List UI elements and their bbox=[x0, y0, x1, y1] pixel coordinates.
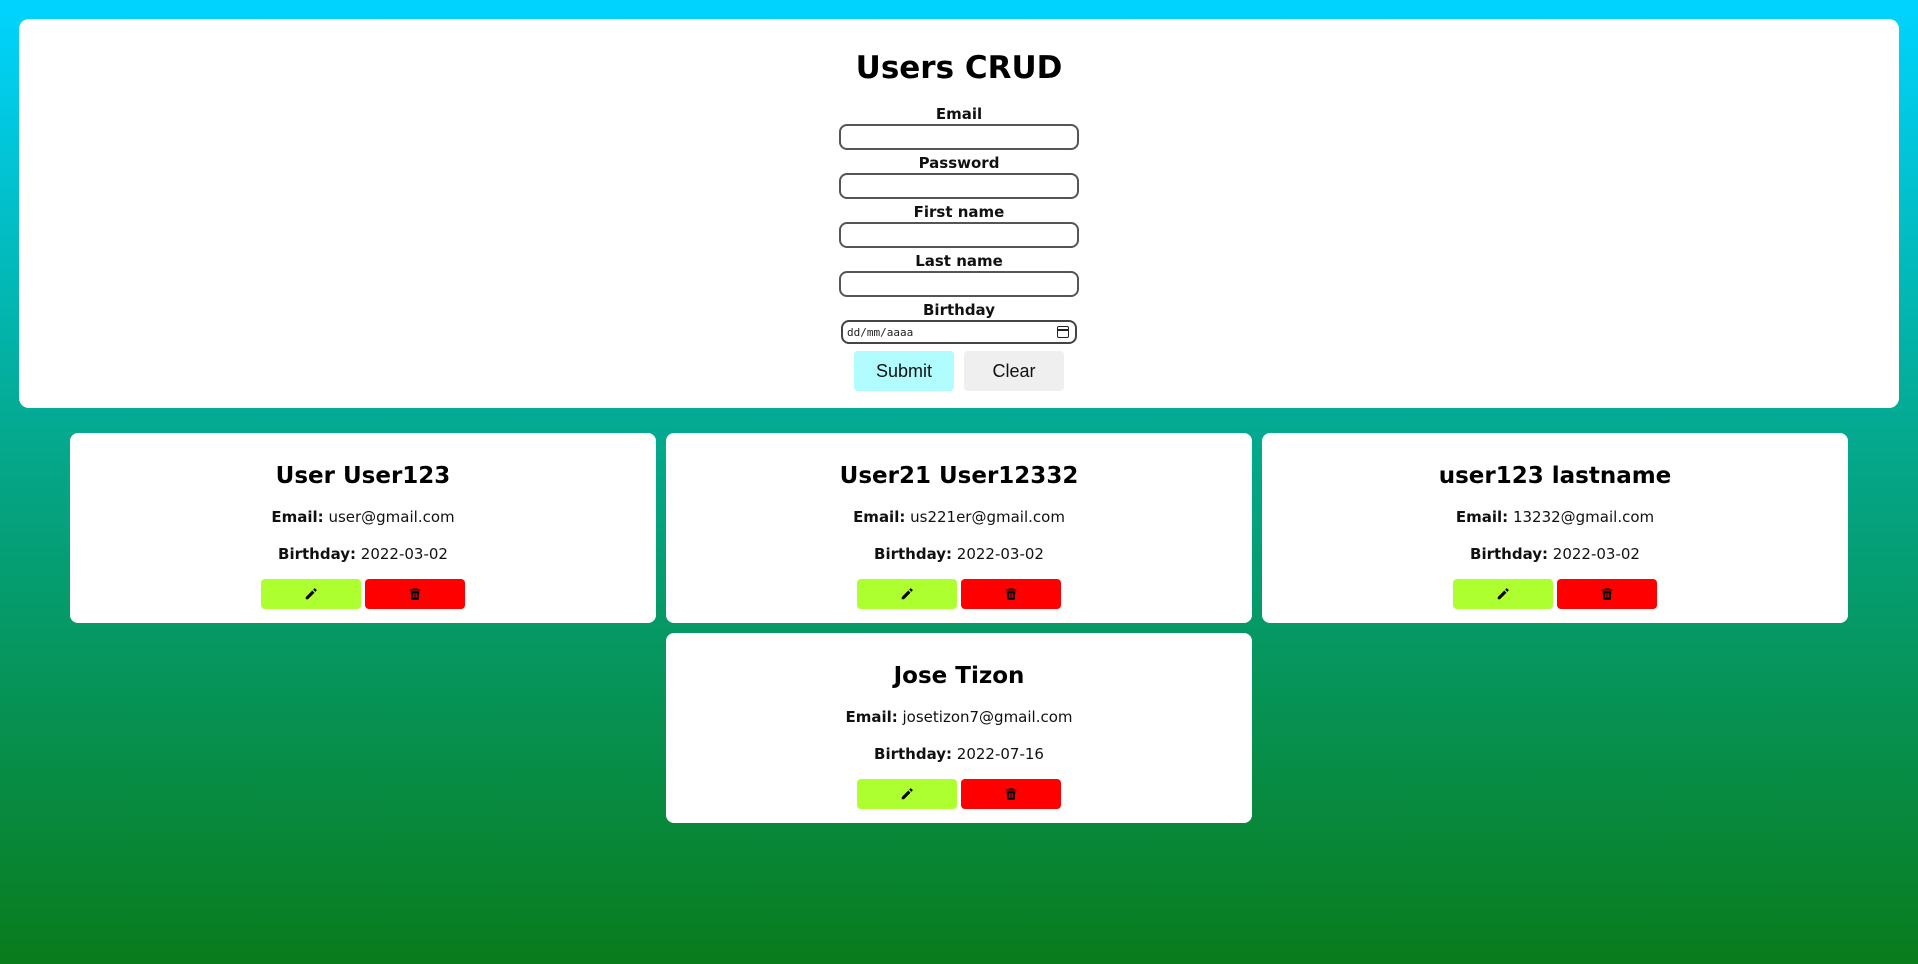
pencil-icon bbox=[305, 588, 317, 600]
user-email: Email: 13232@gmail.com bbox=[1456, 507, 1654, 527]
trash-icon bbox=[1005, 588, 1017, 600]
birthday-value: 2022-07-16 bbox=[956, 745, 1044, 763]
pencil-icon bbox=[901, 588, 913, 600]
delete-button[interactable] bbox=[365, 579, 465, 609]
trash-icon bbox=[1005, 788, 1017, 800]
delete-button[interactable] bbox=[961, 579, 1061, 609]
delete-button[interactable] bbox=[961, 779, 1061, 809]
trash-icon bbox=[1601, 588, 1613, 600]
birthday-value: 2022-03-02 bbox=[360, 545, 448, 563]
email-key: Email: bbox=[271, 508, 324, 526]
user-form-panel: Users CRUD Email Password First name Las… bbox=[19, 19, 1899, 408]
user-email: Email: josetizon7@gmail.com bbox=[845, 707, 1072, 727]
card-actions bbox=[1453, 579, 1657, 609]
email-value: 13232@gmail.com bbox=[1512, 508, 1655, 526]
user-email: Email: user@gmail.com bbox=[271, 507, 454, 527]
birthday-key: Birthday: bbox=[1470, 545, 1549, 563]
user-card: user123 lastname Email: 13232@gmail.com … bbox=[1262, 433, 1848, 623]
birthday-value: 2022-03-02 bbox=[1552, 545, 1640, 563]
edit-button[interactable] bbox=[261, 579, 361, 609]
edit-button[interactable] bbox=[857, 779, 957, 809]
email-value: user@gmail.com bbox=[328, 508, 455, 526]
user-name: User21 User12332 bbox=[839, 463, 1079, 489]
pencil-icon bbox=[901, 788, 913, 800]
user-birthday: Birthday: 2022-03-02 bbox=[874, 544, 1044, 564]
email-value: josetizon7@gmail.com bbox=[902, 708, 1073, 726]
form-actions: Submit Clear bbox=[854, 351, 1064, 391]
last-name-label: Last name bbox=[915, 252, 1003, 270]
trash-icon bbox=[409, 588, 421, 600]
user-birthday: Birthday: 2022-03-02 bbox=[1470, 544, 1640, 564]
calendar-icon[interactable] bbox=[1057, 326, 1069, 338]
birthday-key: Birthday: bbox=[278, 545, 357, 563]
pencil-icon bbox=[1497, 588, 1509, 600]
password-label: Password bbox=[918, 154, 1000, 172]
card-actions bbox=[857, 779, 1061, 809]
card-actions bbox=[261, 579, 465, 609]
card-actions bbox=[857, 579, 1061, 609]
user-card: User User123 Email: user@gmail.com Birth… bbox=[70, 433, 656, 623]
email-key: Email: bbox=[1455, 508, 1509, 526]
delete-button[interactable] bbox=[1557, 579, 1657, 609]
birthday-field[interactable]: dd/mm/aaaa bbox=[841, 320, 1077, 344]
user-name: Jose Tizon bbox=[893, 663, 1025, 689]
page-title: Users CRUD bbox=[855, 50, 1063, 86]
email-key: Email: bbox=[845, 708, 898, 726]
edit-button[interactable] bbox=[1453, 579, 1553, 609]
edit-button[interactable] bbox=[857, 579, 957, 609]
user-email: Email: us221er@gmail.com bbox=[853, 507, 1065, 527]
user-card: Jose Tizon Email: josetizon7@gmail.com B… bbox=[666, 633, 1252, 823]
email-field[interactable] bbox=[839, 124, 1079, 150]
birthday-key: Birthday: bbox=[874, 545, 953, 563]
submit-button[interactable]: Submit bbox=[854, 351, 954, 391]
birthday-value: 2022-03-02 bbox=[956, 545, 1044, 563]
user-name: user123 lastname bbox=[1438, 463, 1672, 489]
user-card: User21 User12332 Email: us221er@gmail.co… bbox=[666, 433, 1252, 623]
user-form: Email Password First name Last name Birt… bbox=[839, 105, 1079, 391]
user-birthday: Birthday: 2022-03-02 bbox=[278, 544, 448, 564]
password-field[interactable] bbox=[839, 173, 1079, 199]
birthday-key: Birthday: bbox=[874, 745, 953, 763]
first-name-field[interactable] bbox=[839, 222, 1079, 248]
first-name-label: First name bbox=[913, 203, 1005, 221]
birthday-placeholder: dd/mm/aaaa bbox=[847, 325, 914, 339]
birthday-label: Birthday bbox=[923, 301, 995, 319]
email-value: us221er@gmail.com bbox=[910, 508, 1065, 526]
clear-button[interactable]: Clear bbox=[964, 351, 1064, 391]
user-birthday: Birthday: 2022-07-16 bbox=[874, 744, 1044, 764]
email-key: Email: bbox=[853, 508, 906, 526]
email-label: Email bbox=[935, 105, 983, 123]
last-name-field[interactable] bbox=[839, 271, 1079, 297]
user-name: User User123 bbox=[275, 463, 451, 489]
